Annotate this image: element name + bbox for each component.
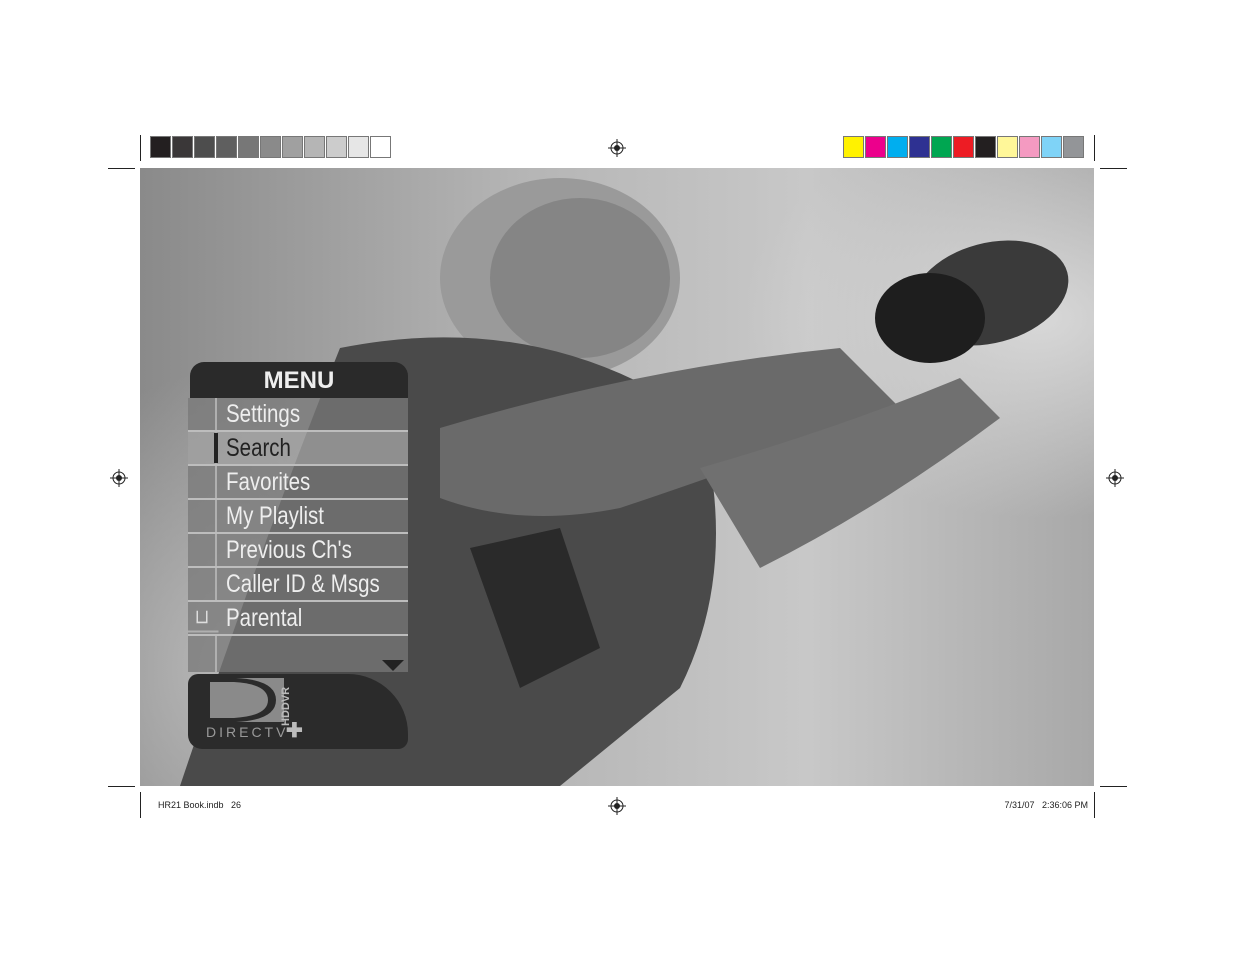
footer-timestamp: 7/31/07 2:36:06 PM: [1004, 800, 1088, 810]
registration-mark-icon: [110, 469, 128, 487]
menu-item-icon-slot: [188, 432, 217, 464]
grayscale-swatch: [150, 136, 171, 158]
menu-item-previous-ch-s[interactable]: Previous Ch's: [188, 534, 408, 568]
menu-item-parental[interactable]: ⊐ Parental: [186, 602, 408, 636]
color-swatch: [975, 136, 996, 158]
menu-item-settings[interactable]: Settings: [188, 398, 408, 432]
color-swatch: [909, 136, 930, 158]
menu-item-icon-slot: [188, 500, 217, 532]
grayscale-swatch: [304, 136, 325, 158]
grayscale-swatch: [326, 136, 347, 158]
menu-item-icon-slot: [188, 398, 217, 430]
color-swatch: [931, 136, 952, 158]
plus-icon: ✚: [286, 720, 303, 742]
crop-mark: [1094, 792, 1095, 818]
registration-mark-icon: [608, 139, 626, 157]
menu-item-label: Previous Ch's: [226, 536, 352, 564]
footer-file-info: HR21 Book.indb 26: [158, 800, 242, 810]
grayscale-swatch: [370, 136, 391, 158]
directv-wordmark: DIRECTV: [206, 724, 289, 740]
menu-item-icon-slot: [188, 466, 217, 498]
registration-mark-icon: [608, 797, 626, 815]
grayscale-swatch: [282, 136, 303, 158]
crop-mark: [1100, 786, 1127, 787]
grayscale-swatch: [216, 136, 237, 158]
registration-mark-icon: [1106, 469, 1124, 487]
scroll-down-arrow-icon[interactable]: [382, 660, 404, 672]
menu-item-label: Favorites: [226, 468, 311, 496]
crop-mark: [1100, 168, 1127, 169]
menu-item-label: Settings: [226, 400, 301, 428]
crop-mark: [108, 786, 135, 787]
menu-item-favorites[interactable]: Favorites: [188, 466, 408, 500]
crop-mark: [108, 168, 135, 169]
color-swatch: [887, 136, 908, 158]
color-swatch: [843, 136, 864, 158]
menu-item-icon-slot: [188, 568, 217, 600]
menu-item-label: My Playlist: [226, 502, 324, 530]
selection-indicator: [214, 433, 218, 463]
color-swatch: [865, 136, 886, 158]
color-swatch: [1063, 136, 1084, 158]
menu-item-search[interactable]: Search: [188, 432, 408, 466]
color-swatch: [953, 136, 974, 158]
crop-mark: [140, 792, 141, 818]
menu-title: MENU: [190, 362, 408, 398]
grayscale-swatch: [260, 136, 281, 158]
color-swatch: [997, 136, 1018, 158]
color-swatch: [1041, 136, 1062, 158]
menu-item-caller-id-msgs[interactable]: Caller ID & Msgs: [188, 568, 408, 602]
grayscale-swatch: [348, 136, 369, 158]
menu-item-icon-slot: [188, 534, 217, 566]
grayscale-swatch: [194, 136, 215, 158]
grayscale-swatch: [172, 136, 193, 158]
crop-mark: [140, 135, 141, 161]
directv-logo: DIRECTV HDDVR ✚: [188, 674, 408, 749]
crop-mark: [1094, 135, 1095, 161]
lock-icon: ⊐: [186, 603, 219, 633]
directv-d-icon: [206, 678, 284, 722]
menu-empty-row: [188, 636, 408, 672]
menu-item-label: Parental: [226, 604, 303, 632]
menu-item-label: Caller ID & Msgs: [226, 570, 380, 598]
menu-item-my-playlist[interactable]: My Playlist: [188, 500, 408, 534]
grayscale-swatch: [238, 136, 259, 158]
menu-item-label: Search: [226, 434, 291, 462]
color-swatch: [1019, 136, 1040, 158]
